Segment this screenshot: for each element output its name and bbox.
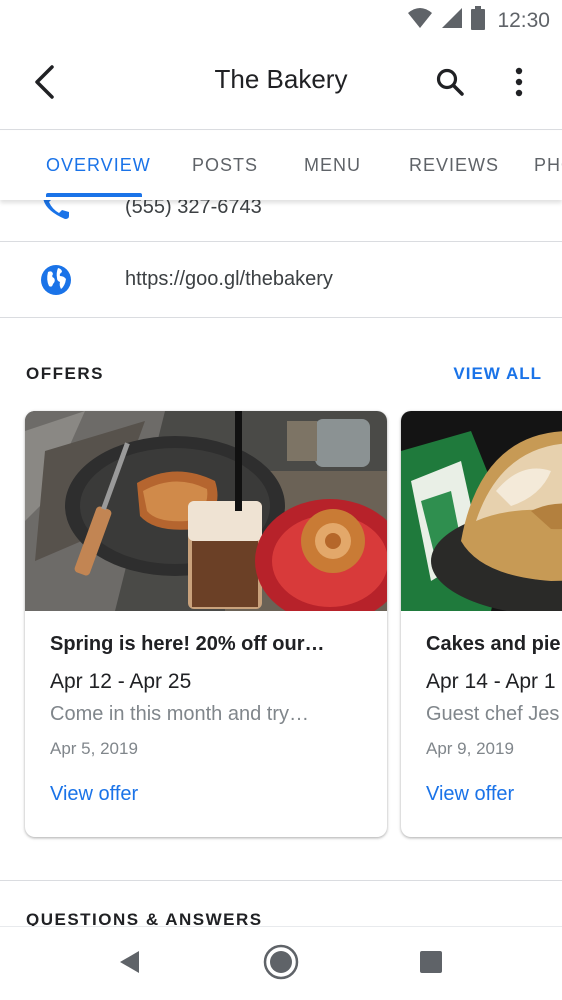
offer-description: Come in this month and try… (50, 703, 309, 725)
offer-card[interactable]: Cakes and pie Apr 14 - Apr 1 Guest chef … (401, 411, 562, 837)
battery-icon (471, 6, 486, 35)
system-nav-bar (0, 926, 562, 1000)
tab-photos[interactable]: PHO (534, 155, 562, 176)
phone-number: (555) 327-6743 (125, 200, 262, 218)
offer-title: Spring is here! 20% off our… (50, 633, 325, 655)
offer-image-coffee-pastries (25, 411, 387, 611)
view-offer-link[interactable]: View offer (426, 783, 514, 806)
offer-posted-date: Apr 5, 2019 (50, 739, 138, 758)
app-bar: The Bakery (0, 40, 562, 130)
active-tab-indicator (46, 193, 142, 197)
status-time: 12:30 (497, 8, 550, 32)
search-icon (435, 67, 465, 102)
section-divider (0, 880, 562, 881)
website-row[interactable]: https://goo.gl/thebakery (0, 242, 562, 318)
offer-posted-date: Apr 9, 2019 (426, 739, 514, 758)
square-recents-icon (419, 950, 443, 979)
offer-title: Cakes and pie (426, 633, 561, 655)
tab-overview[interactable]: OVERVIEW (46, 155, 151, 176)
page-title: The Bakery (214, 64, 348, 94)
offer-dates: Apr 14 - Apr 1 (426, 670, 556, 693)
globe-icon (40, 264, 72, 301)
offer-dates: Apr 12 - Apr 25 (50, 670, 192, 693)
phone-icon (40, 200, 72, 227)
triangle-back-icon (117, 949, 143, 980)
wifi-icon (407, 7, 433, 34)
questions-answers-heading: QUESTIONS & ANSWERS (26, 910, 263, 926)
overview-content[interactable]: (555) 327-6743 https://goo.gl/thebakery … (0, 200, 562, 926)
offer-description: Guest chef Jes (426, 703, 560, 725)
offer-card[interactable]: Spring is here! 20% off our… Apr 12 - Ap… (25, 411, 387, 837)
tab-bar: OVERVIEW POSTS MENU REVIEWS PHO (0, 131, 562, 200)
phone-row[interactable]: (555) 327-6743 (0, 200, 562, 242)
status-icons: 12:30 (407, 6, 550, 35)
more-options-button[interactable] (497, 62, 541, 106)
offers-heading: OFFERS (26, 364, 104, 383)
tab-posts[interactable]: POSTS (192, 155, 258, 176)
search-button[interactable] (428, 62, 472, 106)
tab-reviews[interactable]: REVIEWS (409, 155, 499, 176)
cell-signal-icon (441, 7, 463, 34)
circle-home-icon (263, 944, 299, 985)
nav-overview-button[interactable] (411, 944, 451, 984)
more-vert-icon (515, 67, 523, 102)
view-all-offers-button[interactable]: VIEW ALL (453, 364, 542, 384)
nav-home-button[interactable] (261, 944, 301, 984)
website-url[interactable]: https://goo.gl/thebakery (125, 268, 333, 291)
view-offer-link[interactable]: View offer (50, 783, 138, 806)
tab-menu[interactable]: MENU (304, 155, 361, 176)
offer-image-bundt-cake (401, 411, 562, 611)
status-bar: 12:30 (0, 0, 562, 40)
nav-back-button[interactable] (110, 944, 150, 984)
